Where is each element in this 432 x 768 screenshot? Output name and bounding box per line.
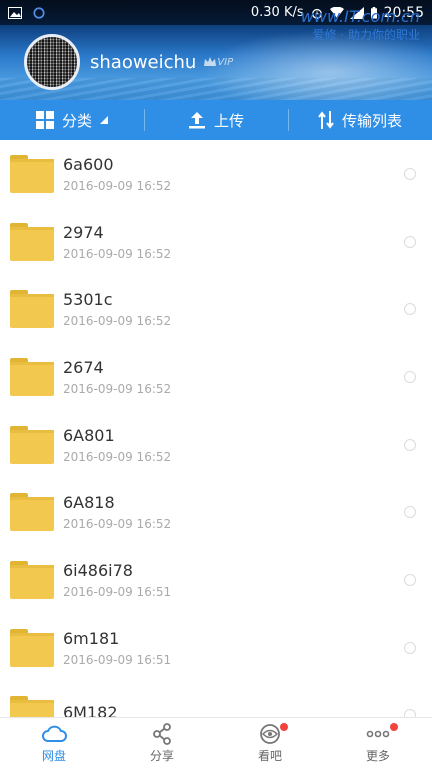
file-row[interactable]: 6A801 2016-09-09 16:52 <box>0 411 432 479</box>
nav-watch[interactable]: 看吧 <box>216 718 324 768</box>
avatar[interactable] <box>24 34 80 90</box>
file-row[interactable]: 6m181 2016-09-09 16:51 <box>0 614 432 682</box>
nav-more[interactable]: 更多 <box>324 718 432 768</box>
watermark: www.IT.com.cn 爱修 · 助力你的职业 <box>301 8 420 44</box>
file-name: 6i486i78 <box>63 560 133 580</box>
file-date: 2016-09-09 16:52 <box>63 246 172 261</box>
file-name: 6a600 <box>63 154 114 174</box>
image-notification-icon <box>8 6 22 19</box>
nav-more-label: 更多 <box>365 749 390 763</box>
nav-watch-label: 看吧 <box>257 749 282 763</box>
select-radio[interactable] <box>404 438 416 451</box>
file-date: 2016-09-09 16:52 <box>63 517 172 532</box>
bottom-nav: 网盘 分享 看吧 更多 <box>0 717 432 768</box>
category-button[interactable]: 分类 <box>0 100 144 140</box>
grid-icon <box>35 111 54 129</box>
nav-share[interactable]: 分享 <box>108 718 216 768</box>
select-radio[interactable] <box>404 641 416 654</box>
file-date: 2016-09-09 16:51 <box>63 652 172 667</box>
folder-icon <box>10 290 54 329</box>
nav-share-label: 分享 <box>149 749 174 763</box>
file-row[interactable]: 6M182 <box>0 682 432 717</box>
app-notification-icon <box>33 6 45 19</box>
file-date: 2016-09-09 16:52 <box>63 449 172 464</box>
file-name: 6m181 <box>63 628 120 648</box>
folder-icon <box>10 222 54 261</box>
upload-button[interactable]: 上传 <box>144 100 288 140</box>
file-row[interactable]: 5301c 2016-09-09 16:52 <box>0 275 432 343</box>
folder-icon <box>10 560 54 599</box>
upload-icon <box>188 112 205 129</box>
action-bar: 分类 上传 传输列表 <box>0 100 432 140</box>
select-radio[interactable] <box>404 709 416 717</box>
share-icon <box>153 723 171 745</box>
nav-netdisk-label: 网盘 <box>41 749 66 763</box>
dropdown-triangle-icon <box>100 116 108 124</box>
file-date: 2016-09-09 16:52 <box>63 314 172 329</box>
username: shaoweichu <box>90 51 197 73</box>
transfer-icon <box>318 111 334 129</box>
cloud-icon <box>42 725 67 742</box>
file-list: 6a600 2016-09-09 16:52 2974 2016-09-09 16:… <box>0 140 432 717</box>
nav-netdisk[interactable]: 网盘 <box>0 718 108 768</box>
folder-icon <box>10 696 54 717</box>
folder-icon <box>10 628 54 667</box>
file-row[interactable]: 2674 2016-09-09 16:52 <box>0 343 432 411</box>
select-radio[interactable] <box>404 235 416 248</box>
file-name: 6M182 <box>63 703 118 717</box>
watch-notification-dot <box>280 723 288 731</box>
folder-icon <box>10 493 54 532</box>
file-name: 5301c <box>63 290 113 310</box>
select-radio[interactable] <box>404 303 416 316</box>
file-name: 2974 <box>63 222 104 242</box>
file-row[interactable]: 6a600 2016-09-09 16:52 <box>0 140 432 208</box>
select-radio[interactable] <box>404 573 416 586</box>
file-row[interactable]: 6A818 2016-09-09 16:52 <box>0 478 432 546</box>
watermark-line-1: www.IT.com.cn <box>300 7 420 26</box>
file-row[interactable]: 6i486i78 2016-09-09 16:51 <box>0 546 432 614</box>
folder-icon <box>10 357 54 396</box>
file-date: 2016-09-09 16:52 <box>63 178 172 193</box>
file-name: 6A818 <box>63 493 115 513</box>
transfer-list-button[interactable]: 传输列表 <box>288 100 432 140</box>
vip-badge[interactable]: VIP <box>204 57 233 68</box>
select-radio[interactable] <box>404 370 416 383</box>
vip-badge-label: VIP <box>217 56 234 68</box>
folder-icon <box>10 154 54 193</box>
file-name: 6A801 <box>63 425 115 445</box>
transfer-list-label: 传输列表 <box>341 111 402 130</box>
upload-label: 上传 <box>213 111 244 130</box>
file-name: 2674 <box>63 357 104 377</box>
select-radio[interactable] <box>404 506 416 519</box>
watermark-line-2: 爱修 · 助力你的职业 <box>312 28 420 42</box>
more-icon <box>366 730 390 738</box>
file-row[interactable]: 2974 2016-09-09 16:52 <box>0 208 432 276</box>
network-speed: 0.30 K/s <box>250 5 304 20</box>
more-notification-dot <box>390 723 398 731</box>
select-radio[interactable] <box>404 167 416 180</box>
file-date: 2016-09-09 16:51 <box>63 584 172 599</box>
crown-icon <box>204 57 217 66</box>
profile-header[interactable]: shaoweichu VIP <box>24 34 233 90</box>
folder-icon <box>10 425 54 464</box>
category-label: 分类 <box>61 111 92 130</box>
file-date: 2016-09-09 16:52 <box>63 381 172 396</box>
